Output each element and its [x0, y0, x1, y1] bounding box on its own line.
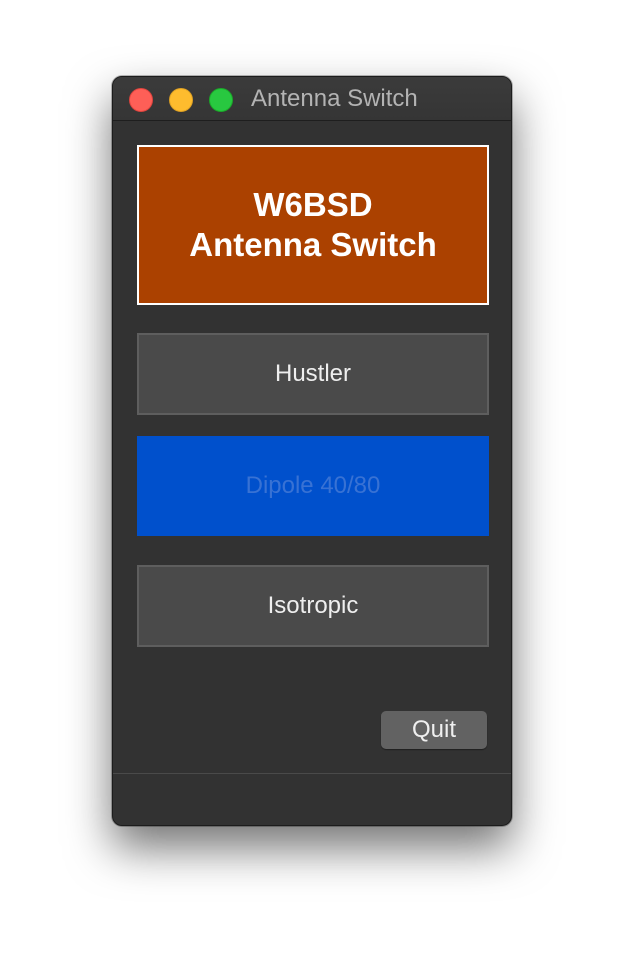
antenna-button-dipole[interactable]: Dipole 40/80	[137, 436, 489, 536]
footer-divider	[113, 773, 511, 774]
antenna-button-label: Isotropic	[267, 592, 359, 619]
app-window: Antenna Switch W6BSD Antenna Switch Hust…	[112, 76, 512, 826]
window-title: Antenna Switch	[251, 85, 418, 112]
close-window-icon[interactable]	[129, 88, 153, 112]
minimize-window-icon[interactable]	[169, 88, 193, 112]
banner-app-name: Antenna Switch	[189, 226, 437, 263]
title-bar[interactable]: Antenna Switch	[113, 77, 511, 121]
antenna-button-label: Dipole 40/80	[245, 472, 381, 499]
banner-callsign: W6BSD	[253, 186, 373, 223]
station-banner: W6BSD Antenna Switch	[137, 145, 489, 305]
quit-button[interactable]: Quit	[381, 711, 487, 749]
zoom-window-icon[interactable]	[209, 88, 233, 112]
antenna-button-hustler[interactable]: Hustler	[137, 333, 489, 415]
antenna-button-isotropic[interactable]: Isotropic	[137, 565, 489, 647]
antenna-button-label: Hustler	[274, 360, 352, 387]
